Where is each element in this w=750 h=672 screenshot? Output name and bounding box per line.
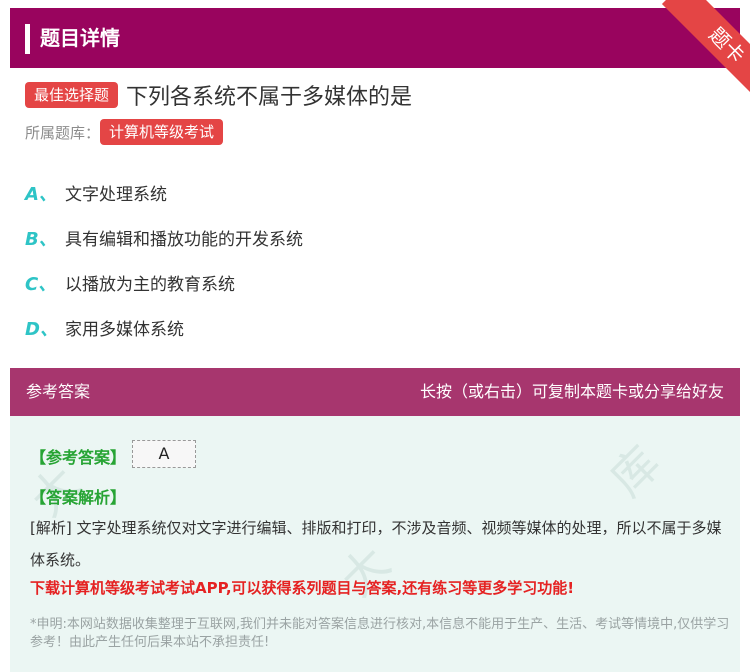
option-letter: D、 (25, 318, 58, 340)
page-header: 题目详情 (10, 8, 740, 68)
question-bank-row: 所属题库： 计算机等级考试 (25, 118, 224, 146)
option-text: 以播放为主的教育系统 (65, 275, 235, 295)
answer-panel: 大 大 库 【参考答案】 A 【答案解析】 [解析] 文字处理系统仅对文字进行编… (10, 416, 740, 672)
watermark-glyph: 库 (599, 435, 671, 507)
option-d[interactable]: D、 家用多媒体系统 (25, 305, 303, 350)
disclaimer-text: *申明:本网站数据收集整理于互联网,我们并未能对答案信息进行核对,本信息不能用于… (30, 617, 730, 650)
option-a[interactable]: A、 文字处理系统 (25, 170, 303, 215)
option-letter: B、 (25, 228, 57, 250)
option-text: 文字处理系统 (65, 185, 167, 205)
analysis-text: [解析] 文字处理系统仅对文字进行编辑、排版和打印，不涉及音频、视频等媒体的处理… (30, 519, 722, 569)
option-letter: A、 (25, 183, 57, 205)
option-letter: C、 (25, 273, 57, 295)
question-title: 下列各系统不属于多媒体的是 (126, 85, 413, 110)
analysis-label: 【答案解析】 (30, 488, 127, 507)
corner-ribbon-label: 题卡 (661, 0, 750, 95)
app-download-link[interactable]: 下载计算机等级考试考试APP,可以获得系列题目与答案,还有练习等更多学习功能! (30, 577, 574, 598)
question-row: 最佳选择题 下列各系统不属于多媒体的是 (25, 78, 412, 112)
answer-header-label: 参考答案 (26, 382, 91, 401)
option-text: 家用多媒体系统 (65, 320, 184, 340)
question-bank-link[interactable]: 计算机等级考试 (100, 119, 224, 145)
answer-header: 参考答案 长按（或右击）可复制本题卡或分享给好友 (10, 368, 740, 416)
option-text: 具有编辑和播放功能的开发系统 (65, 230, 303, 250)
reference-answer-value: A (132, 440, 196, 468)
page-title: 题目详情 (40, 26, 120, 50)
option-b[interactable]: B、 具有编辑和播放功能的开发系统 (25, 215, 303, 260)
option-c[interactable]: C、 以播放为主的教育系统 (25, 260, 303, 305)
options-list: A、 文字处理系统 B、 具有编辑和播放功能的开发系统 C、 以播放为主的教育系… (25, 170, 303, 350)
reference-answer-label: 【参考答案】 (30, 448, 127, 467)
question-type-badge: 最佳选择题 (25, 82, 119, 108)
question-bank-label: 所属题库： (25, 123, 101, 142)
header-accent-bar (25, 24, 30, 54)
share-hint: 长按（或右击）可复制本题卡或分享给好友 (419, 382, 724, 401)
corner-ribbon[interactable]: 题卡 (640, 0, 750, 95)
